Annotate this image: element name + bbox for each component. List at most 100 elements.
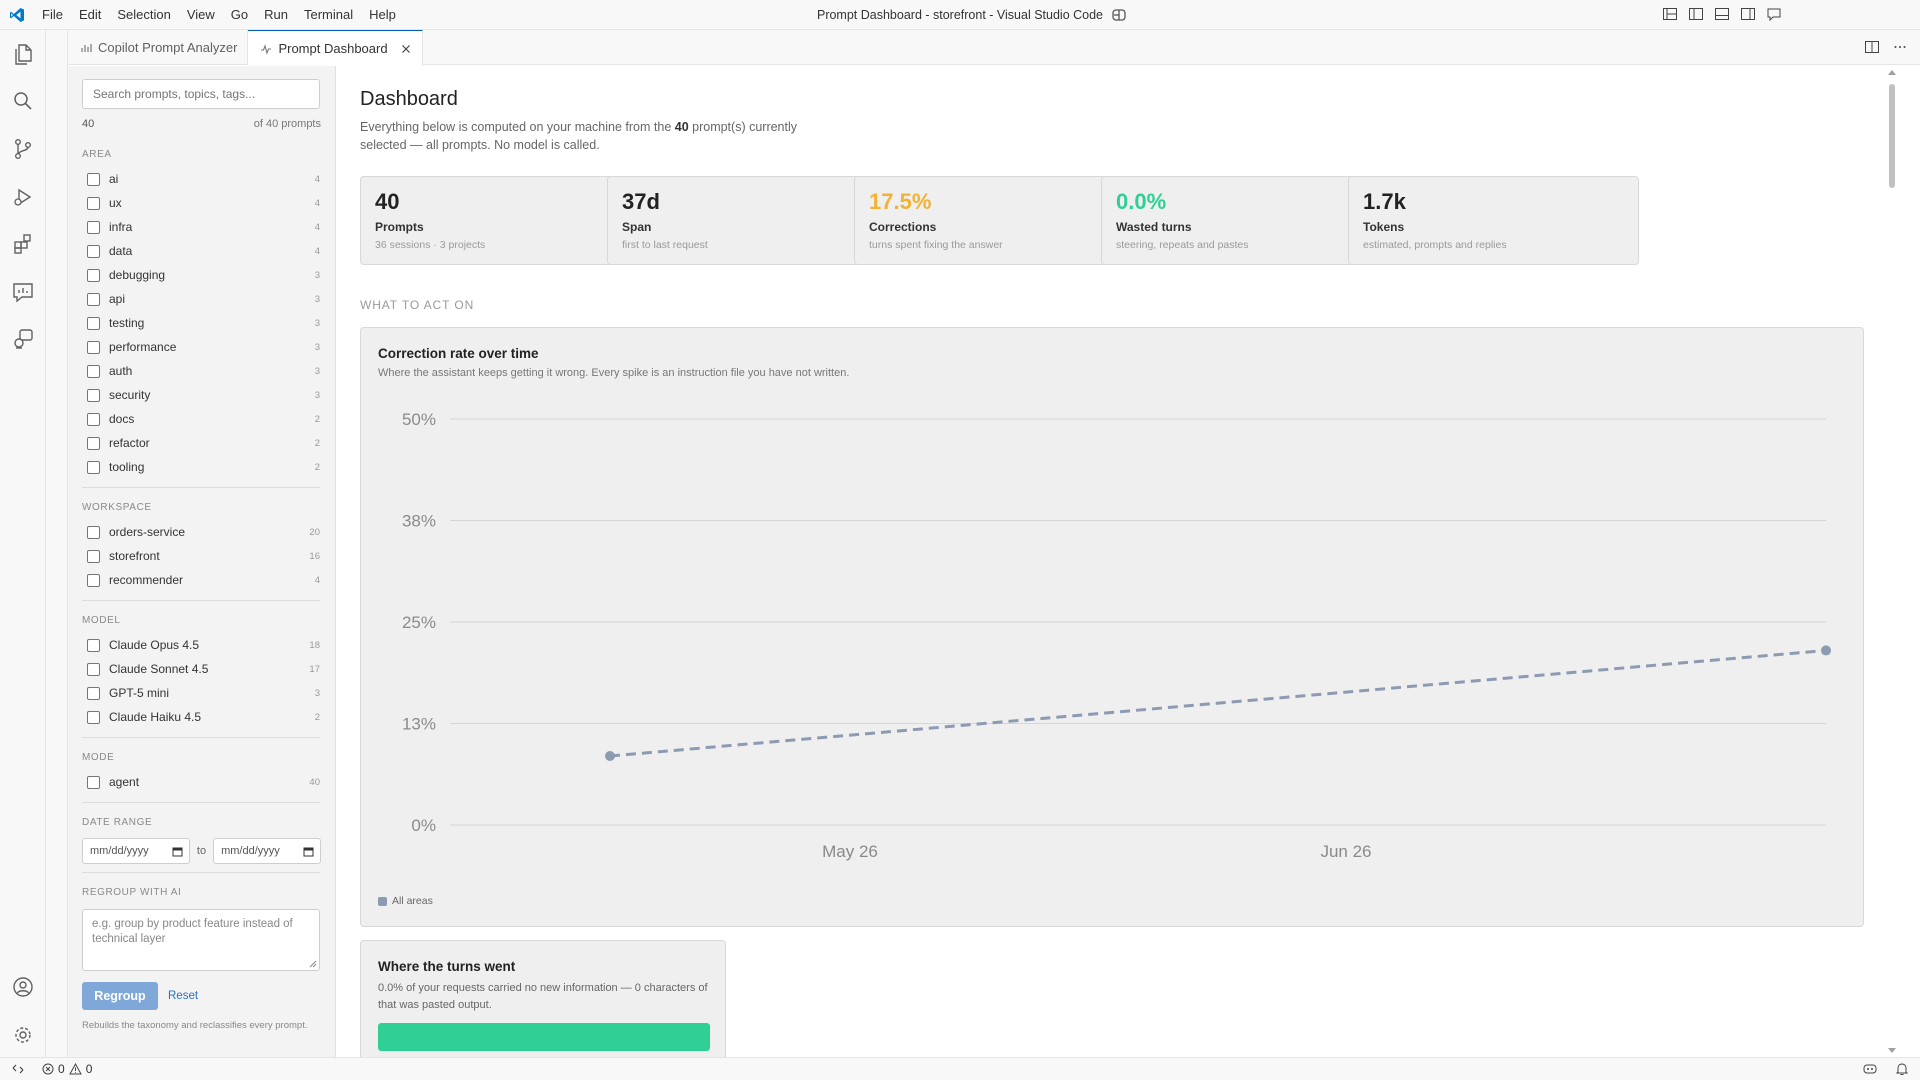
close-icon[interactable] <box>400 43 412 55</box>
filter-checkbox[interactable] <box>87 292 100 306</box>
scrollbar-thumb[interactable] <box>1889 84 1895 188</box>
filter-option[interactable]: data 4 <box>82 239 320 263</box>
filter-option[interactable]: performance 3 <box>82 335 320 359</box>
filter-checkbox[interactable] <box>87 316 100 330</box>
problems-indicator[interactable]: 0 0 <box>42 1062 92 1076</box>
filter-checkbox[interactable] <box>87 220 100 234</box>
filter-option-label: ux <box>109 196 122 210</box>
x-tick-label: May 26 <box>822 842 878 861</box>
filter-checkbox[interactable] <box>87 364 100 378</box>
regroup-button[interactable]: Regroup <box>82 982 158 1010</box>
filter-checkbox[interactable] <box>87 638 100 652</box>
search-input[interactable] <box>82 79 320 109</box>
menu-help[interactable]: Help <box>361 0 404 30</box>
filter-option[interactable]: Claude Haiku 4.5 2 <box>82 705 320 729</box>
menu-selection[interactable]: Selection <box>109 0 178 30</box>
calendar-icon[interactable] <box>172 846 183 857</box>
scroll-down-icon[interactable] <box>1888 1048 1896 1053</box>
filter-checkbox[interactable] <box>87 662 100 676</box>
tab-prompt-dashboard[interactable]: Prompt Dashboard <box>248 30 423 66</box>
filter-checkbox[interactable] <box>87 525 100 539</box>
menu-go[interactable]: Go <box>223 0 256 30</box>
filter-option[interactable]: agent 40 <box>82 770 320 794</box>
chat-icon[interactable] <box>1766 6 1782 22</box>
reset-link[interactable]: Reset <box>168 990 198 1002</box>
filter-option-label: performance <box>109 340 177 354</box>
scroll-up-icon[interactable] <box>1888 70 1896 75</box>
remote-icon[interactable] <box>0 1058 36 1080</box>
filter-option[interactable]: recommender 4 <box>82 568 320 592</box>
filter-checkbox[interactable] <box>87 710 100 724</box>
filter-option[interactable]: security 3 <box>82 383 320 407</box>
filter-option[interactable]: debugging 3 <box>82 263 320 287</box>
turns-bar-fill <box>378 1023 710 1051</box>
regroup-textarea[interactable]: e.g. group by product feature instead of… <box>82 909 320 971</box>
filter-option[interactable]: Claude Opus 4.5 18 <box>82 633 320 657</box>
filter-checkbox[interactable] <box>87 573 100 587</box>
vertical-scrollbar[interactable] <box>1885 66 1899 1057</box>
search-icon[interactable] <box>11 89 35 113</box>
tab-copilot-prompt-analyzer[interactable]: Copilot Prompt Analyzer <box>68 30 249 65</box>
filter-checkbox[interactable] <box>87 686 100 700</box>
data-point[interactable] <box>1821 645 1831 656</box>
copilot-badge-icon[interactable] <box>1112 8 1126 22</box>
legend-label: All areas <box>392 895 433 907</box>
split-editor-icon[interactable] <box>1864 39 1880 55</box>
filter-option[interactable]: ai 4 <box>82 167 320 191</box>
filter-checkbox[interactable] <box>87 775 100 789</box>
menu-terminal[interactable]: Terminal <box>296 0 361 30</box>
filter-option[interactable]: infra 4 <box>82 215 320 239</box>
manage-gear-icon[interactable] <box>11 1023 35 1047</box>
filter-checkbox[interactable] <box>87 172 100 186</box>
copilot-chat-icon[interactable] <box>11 327 35 351</box>
explorer-icon[interactable] <box>11 42 35 66</box>
menu-run[interactable]: Run <box>256 0 296 30</box>
chart-icon <box>80 42 92 54</box>
more-actions-icon[interactable] <box>1892 39 1908 55</box>
filter-checkbox[interactable] <box>87 549 100 563</box>
filter-checkbox[interactable] <box>87 436 100 450</box>
filter-option[interactable]: storefront 16 <box>82 544 320 568</box>
filter-checkbox[interactable] <box>87 196 100 210</box>
filter-checkbox[interactable] <box>87 388 100 402</box>
date-from-input[interactable]: mm/dd/yyyy <box>82 838 190 864</box>
toggle-secondary-sidebar-icon[interactable] <box>1740 6 1756 22</box>
resize-grip-icon[interactable] <box>309 960 317 968</box>
filter-option[interactable]: api 3 <box>82 287 320 311</box>
accounts-icon[interactable] <box>11 975 35 999</box>
filter-option[interactable]: ux 4 <box>82 191 320 215</box>
extensions-icon[interactable] <box>11 232 35 256</box>
filter-option[interactable]: refactor 2 <box>82 431 320 455</box>
filter-option[interactable]: auth 3 <box>82 359 320 383</box>
filter-option[interactable]: docs 2 <box>82 407 320 431</box>
calendar-icon[interactable] <box>303 846 314 857</box>
customize-layout-icon[interactable] <box>1662 6 1678 22</box>
notifications-bell-icon[interactable] <box>1894 1061 1910 1077</box>
filter-option-count: 2 <box>314 461 320 473</box>
filter-checkbox[interactable] <box>87 412 100 426</box>
filter-option-label: ai <box>109 172 119 186</box>
filter-checkbox[interactable] <box>87 340 100 354</box>
filter-checkbox[interactable] <box>87 268 100 282</box>
toggle-panel-icon[interactable] <box>1714 6 1730 22</box>
filter-checkbox[interactable] <box>87 244 100 258</box>
filter-option-count: 3 <box>314 365 320 377</box>
filter-option[interactable]: tooling 2 <box>82 455 320 479</box>
menu-view[interactable]: View <box>179 0 223 30</box>
filter-option[interactable]: testing 3 <box>82 311 320 335</box>
menu-file[interactable]: File <box>34 0 71 30</box>
menu-edit[interactable]: Edit <box>71 0 109 30</box>
date-to-input[interactable]: mm/dd/yyyy <box>213 838 321 864</box>
toggle-primary-sidebar-icon[interactable] <box>1688 6 1704 22</box>
filter-group-title: WORKSPACE <box>82 502 152 513</box>
filter-option[interactable]: orders-service 20 <box>82 520 320 544</box>
filter-option[interactable]: GPT-5 mini 3 <box>82 681 320 705</box>
y-tick-label: 0% <box>411 816 436 835</box>
prompt-analyzer-icon[interactable] <box>11 280 35 304</box>
filter-checkbox[interactable] <box>87 460 100 474</box>
filter-option[interactable]: Claude Sonnet 4.5 17 <box>82 657 320 681</box>
data-point[interactable] <box>605 750 615 761</box>
copilot-status-icon[interactable] <box>1862 1061 1878 1077</box>
run-debug-icon[interactable] <box>11 185 35 209</box>
source-control-icon[interactable] <box>11 137 35 161</box>
